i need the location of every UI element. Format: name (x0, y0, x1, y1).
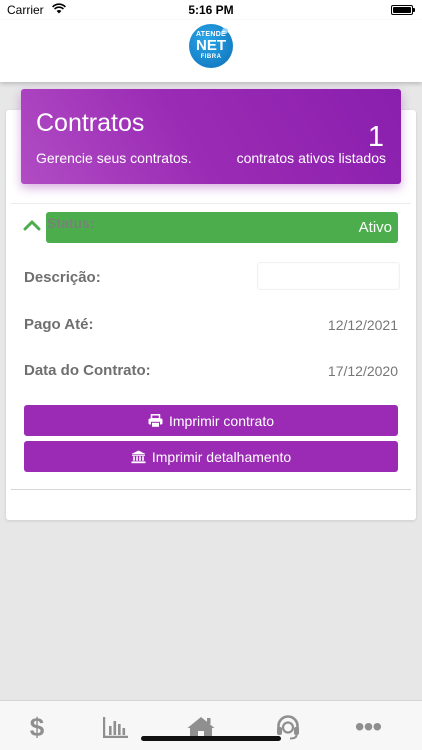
print-details-button[interactable]: Imprimir detalhamento (24, 441, 398, 472)
atende-net-logo: ATENDE NET FIBRA (189, 24, 233, 68)
bottom-tab-bar: $ ••• (0, 700, 422, 750)
status-value: Ativo (358, 219, 392, 236)
active-contracts-label: contratos ativos listados (236, 150, 386, 166)
chart-icon (103, 717, 128, 738)
status-badge (46, 212, 398, 243)
ios-status-bar: Carrier 5:16 PM (0, 0, 422, 20)
dollar-icon: $ (29, 711, 45, 742)
paid-until-label: Pago Até: (24, 316, 94, 333)
app-header: ATENDE NET FIBRA (0, 20, 422, 82)
contract-date-value: 17/12/2020 (327, 363, 398, 379)
print-contract-label: Imprimir contrato (168, 412, 275, 429)
status-label: Status: (47, 215, 95, 231)
page-subtitle: Gerencie seus contratos. (36, 150, 192, 166)
description-field (257, 262, 400, 290)
logo-line2: NET (196, 37, 226, 54)
tab-financial[interactable]: $ (22, 711, 52, 742)
print-details-label: Imprimir detalhamento (151, 448, 292, 465)
contract-date-label: Data do Contrato: (24, 362, 151, 379)
paid-until-value: 12/12/2021 (327, 317, 398, 333)
clock-label: 5:16 PM (188, 3, 234, 17)
logo-line3: FIBRA (200, 54, 222, 60)
print-contract-button[interactable]: Imprimir contrato (24, 405, 398, 436)
chevron-up-icon[interactable] (23, 218, 41, 232)
more-icon: ••• (354, 711, 382, 742)
bank-icon (131, 450, 146, 463)
description-label: Descrição: (24, 269, 101, 286)
tab-more[interactable]: ••• (353, 713, 383, 741)
contracts-banner: Contratos Gerencie seus contratos. 1 con… (21, 89, 401, 184)
printer-icon (148, 413, 163, 428)
home-indicator (141, 736, 281, 741)
battery-icon (391, 5, 415, 15)
tab-usage[interactable] (101, 713, 131, 741)
page-title: Contratos (36, 109, 145, 137)
